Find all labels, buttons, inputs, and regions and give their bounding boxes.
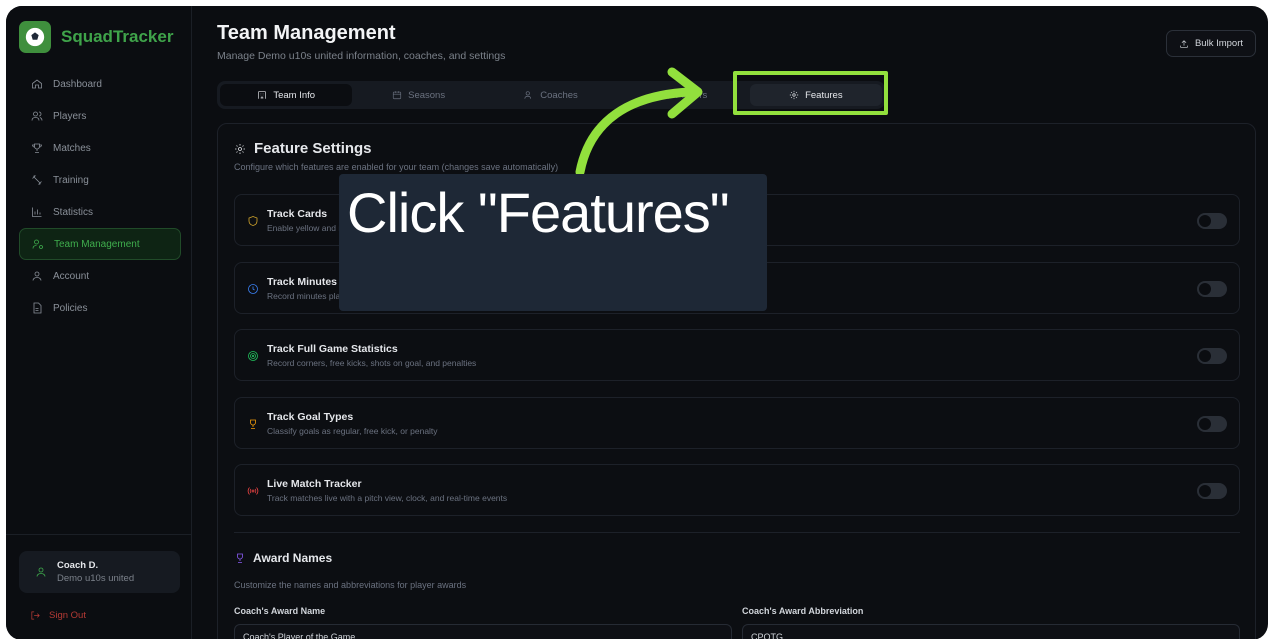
tab-label: Team Info xyxy=(273,89,316,101)
home-icon xyxy=(32,79,42,89)
feature-settings-title: Feature Settings xyxy=(234,140,372,157)
sidebar-item-team-management[interactable]: Team Management xyxy=(19,228,181,260)
bulk-import-label: Bulk Import xyxy=(1194,38,1244,49)
pointer-arrow-icon xyxy=(575,67,703,177)
tab-label: Seasons xyxy=(408,89,446,101)
instruction-text: Click "Features" xyxy=(347,181,730,244)
brand[interactable]: SquadTracker xyxy=(19,21,173,53)
sign-out-label: Sign Out xyxy=(49,610,86,621)
soccer-ball-icon xyxy=(19,21,51,53)
user-team: Demo u10s united xyxy=(57,573,135,584)
gear-icon xyxy=(235,143,245,154)
building-icon xyxy=(258,91,267,99)
feature-track-goal-types: Track Goal Types Classify goals as regul… xyxy=(234,397,1240,449)
feature-track-full-game-statistics: Track Full Game Statistics Record corner… xyxy=(234,329,1240,381)
features-tab-highlight xyxy=(733,71,888,115)
users-icon xyxy=(31,111,43,121)
bulk-import-button[interactable]: Bulk Import xyxy=(1166,30,1256,57)
radio-icon xyxy=(247,487,259,495)
sidebar-item-label: Policies xyxy=(53,302,88,314)
feature-name: Track Full Game Statistics xyxy=(267,343,398,355)
sidebar-item-label: Statistics xyxy=(53,206,94,218)
user-icon xyxy=(36,567,46,577)
logout-icon xyxy=(31,611,40,620)
award-abbr-label: Coach's Award Abbreviation xyxy=(742,606,864,616)
sidebar-item-dashboard[interactable]: Dashboard xyxy=(19,68,181,100)
sidebar: SquadTracker Dashboard Players Matches T… xyxy=(6,6,192,639)
sidebar-item-label: Matches xyxy=(53,142,91,154)
live-match-tracker-toggle[interactable] xyxy=(1197,483,1227,499)
brand-name: SquadTracker xyxy=(61,27,174,46)
track-goal-types-toggle[interactable] xyxy=(1197,416,1227,432)
upload-icon xyxy=(1180,39,1188,48)
instruction-tooltip: Click "Features" xyxy=(339,174,767,311)
feature-settings-heading: Feature Settings xyxy=(254,140,372,157)
section-divider xyxy=(234,532,1240,533)
feature-live-match-tracker: Live Match Tracker Track matches live wi… xyxy=(234,464,1240,516)
track-minutes-toggle[interactable] xyxy=(1197,281,1227,297)
user-icon xyxy=(32,271,42,281)
feature-settings-subtitle: Configure which features are enabled for… xyxy=(234,162,559,172)
feature-name: Live Match Tracker xyxy=(267,478,362,490)
user-cog-icon xyxy=(32,239,43,249)
sidebar-item-policies[interactable]: Policies xyxy=(19,292,181,324)
tab-seasons[interactable]: Seasons xyxy=(352,84,484,106)
sidebar-nav: Dashboard Players Matches Training Stati… xyxy=(19,68,181,324)
feature-desc: Classify goals as regular, free kick, or… xyxy=(267,426,438,436)
target-icon xyxy=(248,351,258,361)
sidebar-item-matches[interactable]: Matches xyxy=(19,132,181,164)
sidebar-item-training[interactable]: Training xyxy=(19,164,181,196)
sidebar-item-label: Team Management xyxy=(54,238,140,250)
sidebar-item-account[interactable]: Account xyxy=(19,260,181,292)
sidebar-item-label: Dashboard xyxy=(53,78,102,90)
sidebar-item-label: Account xyxy=(53,270,90,282)
page-subtitle: Manage Demo u10s united information, coa… xyxy=(217,50,506,62)
track-cards-toggle[interactable] xyxy=(1197,213,1227,229)
dumbbell-icon xyxy=(32,175,42,185)
users-icon xyxy=(524,91,532,99)
file-icon xyxy=(33,302,42,314)
feature-desc: Record corners, free kicks, shots on goa… xyxy=(267,358,477,368)
sidebar-item-statistics[interactable]: Statistics xyxy=(19,196,181,228)
award-names-title: Award Names xyxy=(234,551,332,565)
award-name-field[interactable]: Coach's Player of the Game xyxy=(234,624,732,639)
page-title: Team Management xyxy=(217,22,396,44)
sidebar-item-label: Players xyxy=(53,110,87,122)
sidebar-divider xyxy=(6,534,192,535)
award-name-label: Coach's Award Name xyxy=(234,606,326,616)
award-names-subtitle: Customize the names and abbreviations fo… xyxy=(234,580,467,590)
sidebar-item-players[interactable]: Players xyxy=(19,100,181,132)
main-content: Team Management Manage Demo u10s united … xyxy=(193,6,1268,639)
feature-name: Track Goal Types xyxy=(267,411,354,423)
shield-icon xyxy=(248,216,258,226)
user-name: Coach D. xyxy=(57,560,99,571)
trophy-icon xyxy=(32,143,42,153)
tab-team-info[interactable]: Team Info xyxy=(220,84,353,106)
trophy-icon xyxy=(250,419,256,429)
calendar-icon xyxy=(393,91,402,100)
award-names-heading: Award Names xyxy=(253,551,333,565)
award-abbr-field[interactable]: CPOTG xyxy=(742,624,1240,639)
clock-icon xyxy=(248,284,258,294)
feature-name: Track Minutes xyxy=(267,276,338,288)
trophy-icon xyxy=(237,553,243,563)
feature-name: Track Cards xyxy=(267,208,328,220)
track-full-game-statistics-toggle[interactable] xyxy=(1197,348,1227,364)
user-card[interactable]: Coach D. Demo u10s united xyxy=(19,551,180,593)
bar-chart-icon xyxy=(32,207,42,217)
feature-desc: Track matches live with a pitch view, cl… xyxy=(267,493,508,503)
sign-out-button[interactable]: Sign Out xyxy=(30,610,86,621)
sidebar-item-label: Training xyxy=(53,174,89,186)
